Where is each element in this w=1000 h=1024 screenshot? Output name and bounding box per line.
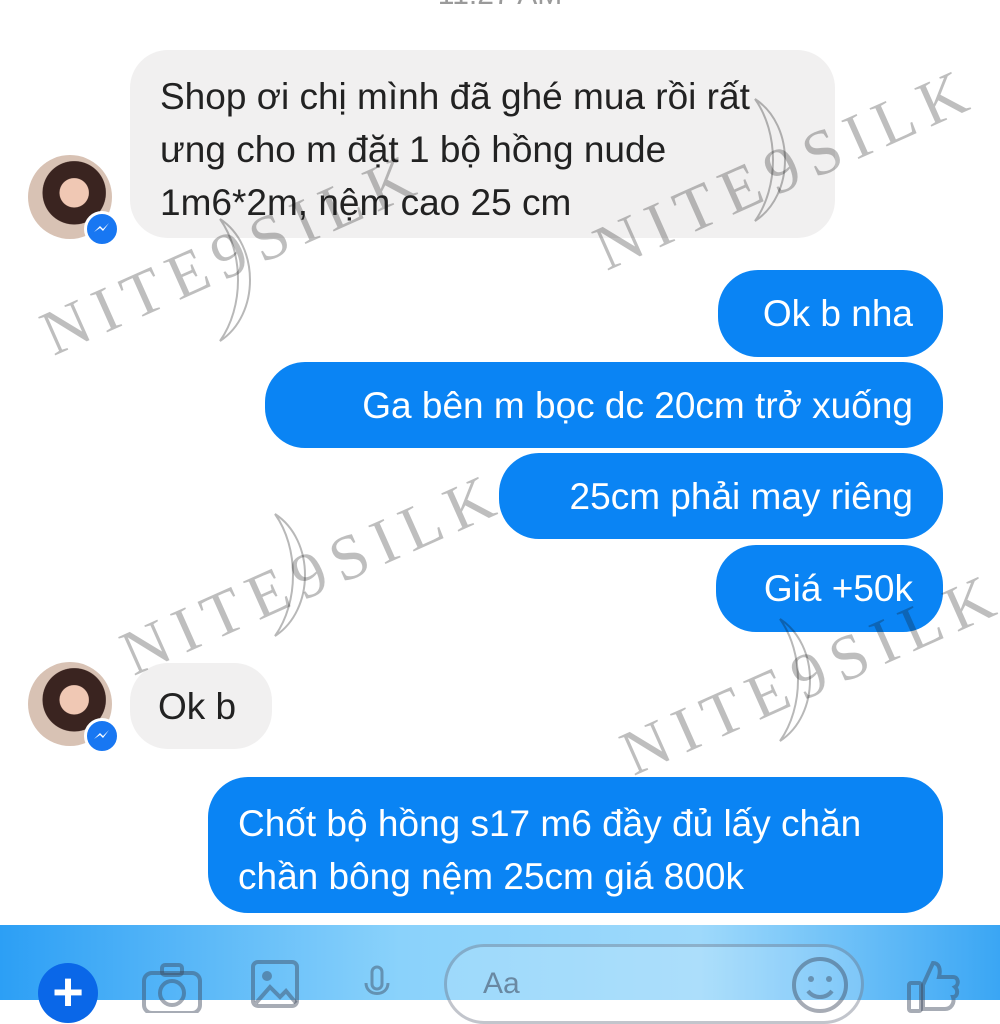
message-input-placeholder: Aa xyxy=(483,967,520,1000)
composer-bar: + Aa xyxy=(0,925,1000,1024)
plus-icon[interactable]: + xyxy=(38,963,98,1023)
crescent-moon-logo xyxy=(779,618,811,742)
message-text: Ga bên m bọc dc 20cm trở xuống xyxy=(362,385,913,426)
message-text: Ok b nha xyxy=(762,293,913,334)
message-bubble-outgoing[interactable]: Ga bên m bọc dc 20cm trở xuống xyxy=(265,362,943,448)
messenger-badge-icon xyxy=(84,211,120,247)
message-text: 25cm phải may riêng xyxy=(569,476,913,517)
message-bubble-outgoing[interactable]: Ok b nha xyxy=(718,270,943,357)
messenger-badge-icon xyxy=(84,718,120,754)
message-text: Chốt bộ hồng s17 m6 đầy đủ lấy chăn chần… xyxy=(238,803,862,897)
message-text: Ok b xyxy=(158,686,237,727)
crescent-moon-logo xyxy=(754,98,786,222)
thumbs-up-icon[interactable] xyxy=(905,957,961,1013)
message-bubble-outgoing[interactable]: Chốt bộ hồng s17 m6 đầy đủ lấy chăn chần… xyxy=(208,777,943,913)
camera-icon[interactable] xyxy=(140,963,204,1013)
crescent-moon-logo xyxy=(219,218,251,342)
message-bubble-outgoing[interactable]: 25cm phải may riêng xyxy=(499,453,943,539)
message-timestamp: 11:27 AM xyxy=(0,0,1000,12)
crescent-moon-logo xyxy=(274,513,306,637)
microphone-icon[interactable] xyxy=(362,965,392,1005)
image-icon[interactable] xyxy=(250,959,300,1009)
emoji-icon[interactable] xyxy=(790,955,850,1015)
